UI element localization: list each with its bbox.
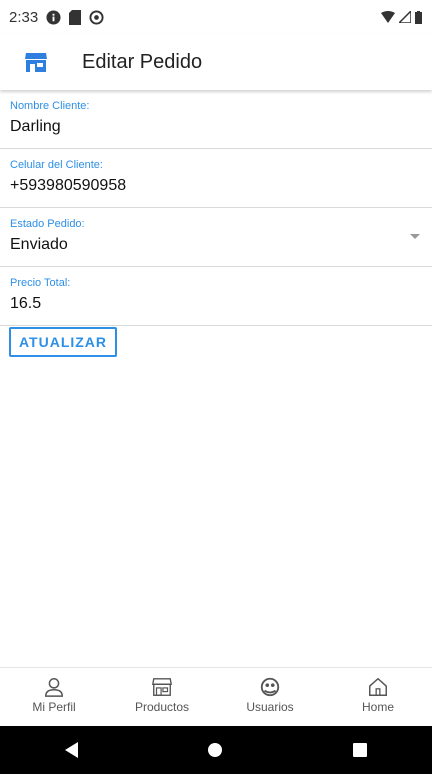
nav-item-home[interactable]: Home xyxy=(324,668,432,727)
status-time: 2:33 xyxy=(9,8,39,26)
users-icon xyxy=(260,677,280,697)
status-right xyxy=(381,10,422,24)
sd-card-icon xyxy=(69,9,82,25)
bottom-nav: Mi Perfil Productos Usuarios Home xyxy=(0,667,432,727)
nav-label-mi-perfil: Mi Perfil xyxy=(32,700,76,714)
wifi-icon xyxy=(381,11,395,23)
person-icon xyxy=(45,678,63,697)
order-status-label: Estado Pedido: xyxy=(10,218,85,230)
total-price-value[interactable]: 16.5 xyxy=(10,295,41,313)
sync-icon xyxy=(89,9,104,25)
app-bar: Editar Pedido xyxy=(0,34,432,90)
store-icon xyxy=(25,53,47,72)
client-phone-field[interactable]: Celular del Cliente: +593980590958 xyxy=(0,149,432,208)
back-icon[interactable] xyxy=(65,742,79,758)
update-button[interactable]: ATUALIZAR xyxy=(9,327,117,357)
client-name-value[interactable]: Darling xyxy=(10,118,61,136)
page-title: Editar Pedido xyxy=(82,50,203,73)
info-icon xyxy=(46,9,61,25)
order-form: Nombre Cliente: Darling Celular del Clie… xyxy=(0,90,432,326)
signal-icon xyxy=(399,11,411,23)
status-bar: 2:33 xyxy=(0,0,432,34)
store-outline-icon xyxy=(152,678,172,696)
total-price-label: Precio Total: xyxy=(10,277,71,289)
order-status-select[interactable]: Estado Pedido: Enviado xyxy=(0,208,432,267)
home-button-icon[interactable] xyxy=(208,743,223,757)
nav-label-productos: Productos xyxy=(134,700,190,714)
client-name-label: Nombre Cliente: xyxy=(10,100,90,112)
status-left: 2:33 xyxy=(9,9,104,26)
nav-item-usuarios[interactable]: Usuarios xyxy=(216,668,324,727)
total-price-field[interactable]: Precio Total: 16.5 xyxy=(0,267,432,326)
recent-apps-icon[interactable] xyxy=(352,743,367,757)
nav-item-productos[interactable]: Productos xyxy=(108,668,216,727)
client-phone-value[interactable]: +593980590958 xyxy=(10,177,126,195)
client-phone-label: Celular del Cliente: xyxy=(10,159,103,171)
order-status-value[interactable]: Enviado xyxy=(10,236,68,254)
nav-label-usuarios: Usuarios xyxy=(246,700,294,714)
system-nav-bar xyxy=(0,726,432,774)
dropdown-caret-icon[interactable] xyxy=(410,234,420,239)
client-name-field[interactable]: Nombre Cliente: Darling xyxy=(0,90,432,149)
nav-label-home: Home xyxy=(361,700,394,714)
nav-item-mi-perfil[interactable]: Mi Perfil xyxy=(0,668,108,727)
home-icon xyxy=(369,677,387,696)
battery-icon xyxy=(415,10,422,24)
